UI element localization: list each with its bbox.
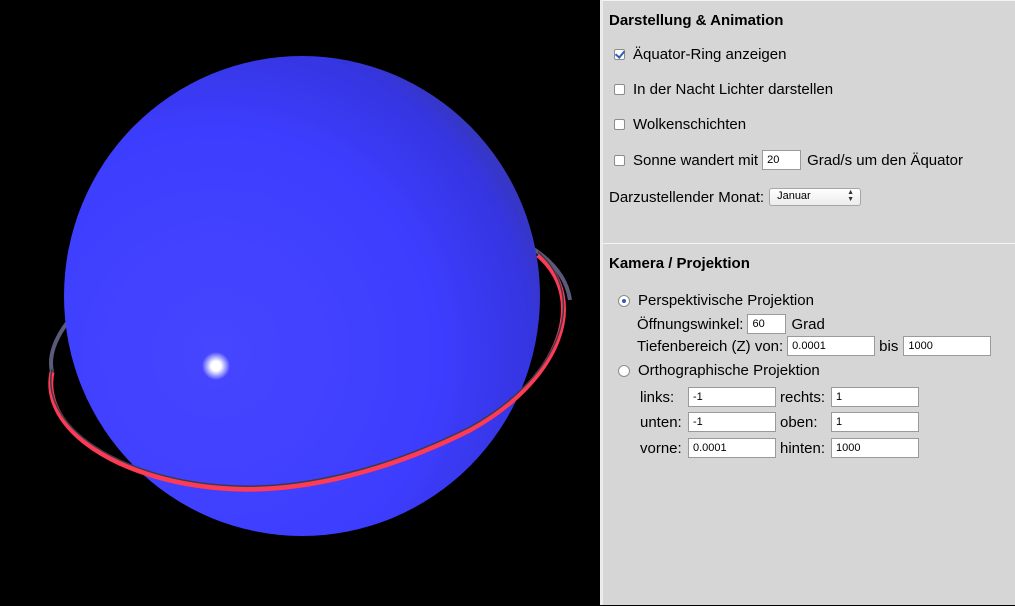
fov-unit: Grad xyxy=(791,315,825,333)
sun-checkbox[interactable] xyxy=(614,154,625,166)
month-label: Darzustellender Monat: xyxy=(609,188,765,206)
sun-highlight xyxy=(202,352,230,380)
globe-sphere xyxy=(64,56,540,536)
ortho-far-input[interactable]: 1000 xyxy=(831,438,919,458)
perspective-label: Perspektivische Projektion xyxy=(638,292,814,309)
select-arrows-icon: ▲ ▼ xyxy=(847,189,855,203)
ortho-left-input[interactable]: -1 xyxy=(688,387,776,407)
ortho-bottom-label: unten: xyxy=(640,414,682,431)
sun-option: Sonne wandert mit 20 Grad/s um den Äquat… xyxy=(614,150,963,170)
ortho-top-label: oben: xyxy=(780,414,818,431)
month-select[interactable]: Januar ▲ ▼ xyxy=(769,188,862,206)
animation-section: Darstellung & Animation Äquator-Ring anz… xyxy=(603,0,1015,244)
depth-from-input[interactable]: 0.0001 xyxy=(787,336,876,356)
depth-label: Tiefenbereich (Z) von: xyxy=(637,337,784,355)
night-lights-option[interactable]: In der Nacht Lichter darstellen xyxy=(614,81,833,98)
night-lights-checkbox[interactable] xyxy=(614,84,625,95)
ortho-near-input[interactable]: 0.0001 xyxy=(688,438,776,458)
month-row: Darzustellender Monat: Januar ▲ ▼ xyxy=(609,188,862,206)
fov-input[interactable]: 60 xyxy=(747,314,787,334)
sun-speed-input[interactable]: 20 xyxy=(762,150,802,170)
month-select-value: Januar xyxy=(777,190,811,202)
ortho-right-input[interactable]: 1 xyxy=(831,387,919,407)
equator-ring-checkbox[interactable] xyxy=(614,49,625,60)
ortho-bottom-input[interactable]: -1 xyxy=(688,412,776,432)
webgl-canvas[interactable] xyxy=(0,0,600,605)
camera-section: Kamera / Projektion Perspektivische Proj… xyxy=(603,243,1015,606)
equator-ring-label: Äquator-Ring anzeigen xyxy=(633,46,787,63)
perspective-option[interactable]: Perspektivische Projektion xyxy=(618,292,814,309)
fov-label: Öffnungswinkel: xyxy=(637,315,744,333)
ortho-radio[interactable] xyxy=(618,364,630,377)
depth-to-label: bis xyxy=(879,337,899,355)
animation-section-title: Darstellung & Animation xyxy=(609,12,784,29)
fov-row: Öffnungswinkel: 60 Grad xyxy=(637,314,825,334)
ortho-left-label: links: xyxy=(640,389,675,406)
sun-label-before: Sonne wandert mit xyxy=(633,151,759,169)
equator-ring-option[interactable]: Äquator-Ring anzeigen xyxy=(614,46,786,63)
perspective-radio[interactable] xyxy=(618,294,630,307)
ortho-top-input[interactable]: 1 xyxy=(831,412,919,432)
depth-row: Tiefenbereich (Z) von: 0.0001 bis 1000 xyxy=(637,336,992,356)
globe-scene xyxy=(48,56,572,536)
ortho-option[interactable]: Orthographische Projektion xyxy=(618,362,820,379)
clouds-option[interactable]: Wolkenschichten xyxy=(614,116,746,133)
depth-to-input[interactable]: 1000 xyxy=(903,336,992,356)
ortho-near-label: vorne: xyxy=(640,440,682,457)
camera-section-title: Kamera / Projektion xyxy=(609,255,750,272)
night-lights-label: In der Nacht Lichter darstellen xyxy=(633,81,834,98)
ortho-right-label: rechts: xyxy=(780,389,826,406)
sun-label-after: Grad/s um den Äquator xyxy=(807,151,963,169)
control-panel: Darstellung & Animation Äquator-Ring anz… xyxy=(603,0,1015,605)
ortho-far-label: hinten: xyxy=(780,440,826,457)
clouds-label: Wolkenschichten xyxy=(633,116,747,133)
ortho-label: Orthographische Projektion xyxy=(638,362,820,379)
clouds-checkbox[interactable] xyxy=(614,119,625,130)
